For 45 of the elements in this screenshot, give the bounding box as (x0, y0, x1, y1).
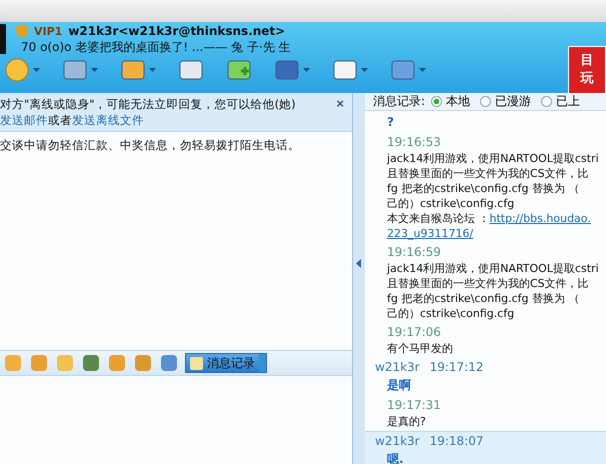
message-time: 19:17:31 (387, 398, 441, 412)
history-source-radio[interactable]: 已上 (541, 93, 580, 110)
message-history-button[interactable]: 消息记录 (185, 353, 267, 373)
contact-signature: 70 o(o)o 老婆把我的桌面换了! ...—— 兔 子·先 生 (20, 39, 292, 55)
collapse-arrow-icon[interactable] (356, 259, 362, 268)
message-time: 19:18:07 (430, 433, 484, 450)
message-text: jack14利用游戏，使用NARTOOL提取cstri (386, 261, 600, 276)
message-sender: w21k3r (375, 433, 420, 450)
url-link[interactable]: http://bbs.houdao. (490, 211, 591, 226)
message-time: 19:16:59 (387, 245, 441, 259)
message-text: 是啊 (386, 377, 412, 394)
message-text: fg 把老的cstrike\config.cfg 替换为 （ (386, 291, 581, 306)
offline-notice: 对方"离线或隐身"，可能无法立即回复，您可以给他(她) 发送邮件或者发送离线文件 (0, 96, 297, 128)
close-button[interactable]: × (332, 96, 348, 112)
message-text: 且替换里面的一些文件为我的CS文件，比 (386, 166, 590, 181)
caret-icon[interactable] (91, 68, 98, 72)
caret-icon[interactable] (361, 68, 368, 72)
message-text: 有个马甲发的 (386, 341, 454, 356)
message-time: 19:17:12 (430, 359, 484, 376)
message-text: fg 把老的cstrike\config.cfg 替换为 （ (386, 181, 581, 196)
vip-level: VIP1 (34, 24, 62, 38)
message-sender: w21k3r (375, 359, 420, 376)
message-text: 己的）cstrike\config.cfg (386, 306, 516, 321)
send-link[interactable]: 发送邮件 (0, 113, 48, 127)
ad-logo[interactable]: 目 玩 (568, 46, 606, 94)
message-text: 是真的? (386, 414, 427, 429)
message-text: ? (386, 114, 395, 131)
caret-icon[interactable] (33, 68, 40, 72)
message-text: jack14利用游戏，使用NARTOOL提取cstri (386, 151, 600, 166)
send-link[interactable]: 发送离线文件 (72, 113, 144, 127)
message-text: 本文来自猴岛论坛 ： (387, 211, 490, 226)
history-source-radio[interactable]: 已漫游 (480, 93, 532, 110)
caret-icon[interactable] (303, 68, 310, 72)
history-label: 消息记录: (373, 93, 426, 110)
url-link[interactable]: 223_u9311716/ (387, 226, 474, 241)
caret-icon[interactable] (419, 68, 426, 72)
message-text: 己的）cstrike\config.cfg (386, 196, 516, 211)
history-source-radio[interactable]: 本地 (431, 93, 470, 110)
message-text: 且替换里面的一些文件为我的CS文件，比 (386, 276, 590, 291)
caret-icon[interactable] (149, 68, 156, 72)
contact-name: w21k3r<w21k3r@thinksns.net> (68, 24, 286, 38)
safety-warning: 交谈中请勿轻信汇款、中奖信息，勿轻易拨打陌生电话。 (0, 137, 301, 153)
avatar (0, 24, 6, 54)
message-time: 19:16:53 (387, 135, 441, 149)
message-time: 19:17:06 (387, 325, 441, 339)
